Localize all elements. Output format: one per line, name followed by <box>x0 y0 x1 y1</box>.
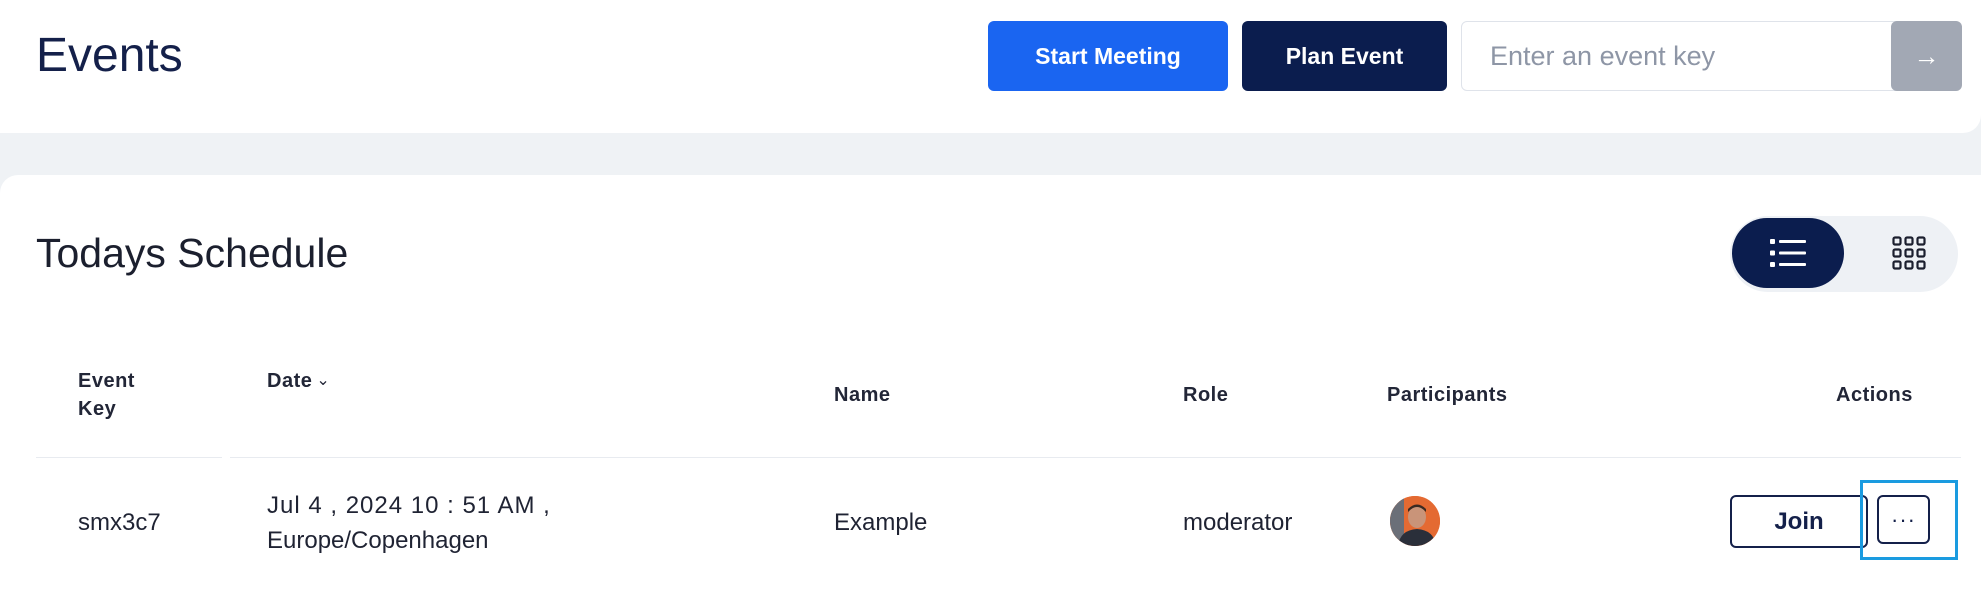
arrow-right-icon: → <box>1913 40 1940 71</box>
grid-view-button[interactable] <box>1864 218 1954 288</box>
date-time-text: Jul 4 , 2024 10 : 51 AM , <box>267 492 551 519</box>
timezone-text: Europe/Copenhagen <box>267 527 489 554</box>
column-header-date[interactable]: Date ⌄ <box>267 367 330 395</box>
more-actions-button[interactable]: ··· <box>1877 495 1930 544</box>
event-key-cell: smx3c7 <box>78 509 161 536</box>
list-view-button[interactable] <box>1732 218 1844 288</box>
join-button[interactable]: Join <box>1730 495 1868 548</box>
participant-avatar-image <box>1390 496 1440 546</box>
date-cell: Jul 4 , 2024 10 : 51 AM , Europe/Copenha… <box>267 488 551 558</box>
plan-event-button[interactable]: Plan Event <box>1242 21 1447 91</box>
event-key-input[interactable] <box>1461 21 1905 91</box>
column-header-role: Role <box>1183 384 1229 406</box>
avatar <box>1390 496 1440 546</box>
header-bar: Events Start Meeting Plan Event → <box>0 0 1981 133</box>
schedule-panel: Todays Schedule Event Key Date ⌄ Name Ro… <box>0 175 1981 595</box>
view-toggle <box>1730 216 1958 292</box>
column-header-date-label: Date <box>267 370 313 392</box>
role-cell: moderator <box>1183 509 1293 536</box>
grid-icon <box>1892 236 1926 270</box>
list-icon <box>1770 239 1806 267</box>
section-title: Todays Schedule <box>36 230 349 276</box>
column-header-event-key: Event Key <box>78 370 135 420</box>
sort-chevron-down-icon: ⌄ <box>316 372 331 389</box>
go-button[interactable]: → <box>1891 21 1962 91</box>
row-divider <box>36 457 1961 458</box>
column-header-actions: Actions <box>1836 384 1913 406</box>
column-header-name: Name <box>834 384 891 406</box>
name-cell: Example <box>834 509 928 536</box>
page-title: Events <box>36 29 183 82</box>
ellipsis-icon: ··· <box>1891 506 1916 532</box>
start-meeting-button[interactable]: Start Meeting <box>988 21 1228 91</box>
column-header-participants: Participants <box>1387 384 1508 406</box>
